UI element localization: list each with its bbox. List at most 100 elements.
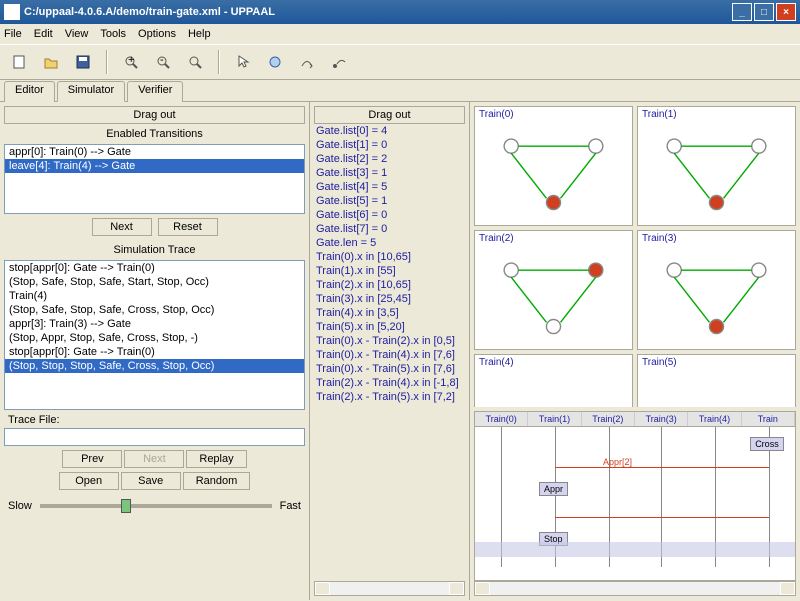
next2-button[interactable]: Next — [124, 450, 184, 468]
next-button[interactable]: Next — [92, 218, 152, 236]
nail-icon[interactable] — [326, 49, 352, 75]
transitions-list[interactable]: appr[0]: Train(0) --> Gate leave[4]: Tra… — [4, 144, 305, 214]
menu-edit[interactable]: Edit — [34, 28, 53, 40]
automaton-view[interactable]: Train(2) — [474, 230, 633, 350]
select-icon[interactable] — [230, 49, 256, 75]
trace-file-label: Trace File: — [4, 410, 305, 428]
trace-item[interactable]: Train(4) — [5, 289, 304, 303]
maximize-button[interactable]: □ — [754, 3, 774, 21]
variables-panel: Drag out Gate.list[0] = 4 Gate.list[1] =… — [310, 102, 470, 600]
var-item: Train(2).x - Train(5).x in [7,2] — [314, 390, 465, 404]
var-item: Train(3).x in [25,45] — [314, 292, 465, 306]
trace-item[interactable]: stop[appr[0]: Gate --> Train(0) — [5, 345, 304, 359]
var-item: Gate.list[3] = 1 — [314, 166, 465, 180]
var-item: Gate.list[5] = 1 — [314, 194, 465, 208]
tab-editor[interactable]: Editor — [4, 81, 55, 102]
save-icon[interactable] — [70, 49, 96, 75]
menu-help[interactable]: Help — [188, 28, 211, 40]
enabled-transitions-title: Enabled Transitions — [4, 124, 305, 144]
zoom-in-icon[interactable]: + — [118, 49, 144, 75]
speed-slider[interactable] — [40, 504, 272, 508]
location-icon[interactable] — [262, 49, 288, 75]
automaton-view[interactable]: Train(4) — [474, 354, 633, 407]
var-item: Train(1).x in [55] — [314, 264, 465, 278]
msc-arrow — [555, 467, 769, 468]
msc-label: Appr[2] — [603, 457, 632, 467]
var-item: Gate.list[0] = 4 — [314, 124, 465, 138]
drag-out-right[interactable]: Drag out — [314, 106, 465, 124]
trace-list[interactable]: stop[appr[0]: Gate --> Train(0) (Stop, S… — [4, 260, 305, 410]
msc-body: Cross Appr[2] Appr Stop — [475, 427, 795, 567]
trace-item[interactable]: (Stop, Safe, Stop, Safe, Cross, Stop, Oc… — [5, 303, 304, 317]
menu-options[interactable]: Options — [138, 28, 176, 40]
prev-button[interactable]: Prev — [62, 450, 122, 468]
var-item: Train(2).x in [10,65] — [314, 278, 465, 292]
automaton-view[interactable]: Train(1) — [637, 106, 796, 226]
var-item: Train(2).x - Train(4).x in [-1,8] — [314, 376, 465, 390]
msc-arrow — [555, 517, 769, 518]
drag-out-left[interactable]: Drag out — [4, 106, 305, 124]
trace-file-input[interactable] — [4, 428, 305, 446]
msc-column: Train(2) — [582, 412, 635, 426]
variables-scrollbar[interactable] — [314, 581, 465, 596]
msc-state-appr: Appr — [539, 482, 568, 496]
msc-column: Train(3) — [635, 412, 688, 426]
reset-button[interactable]: Reset — [158, 218, 218, 236]
trace-item[interactable]: stop[appr[0]: Gate --> Train(0) — [5, 261, 304, 275]
menubar: File Edit View Tools Options Help — [0, 24, 800, 44]
var-item: Gate.list[4] = 5 — [314, 180, 465, 194]
msc-panel[interactable]: Train(0) Train(1) Train(2) Train(3) Trai… — [474, 411, 796, 581]
msc-highlight — [475, 542, 795, 557]
var-item: Train(5).x in [5,20] — [314, 320, 465, 334]
transition-item[interactable]: appr[0]: Train(0) --> Gate — [5, 145, 304, 159]
automaton-view[interactable]: Train(0) — [474, 106, 633, 226]
automaton-view[interactable]: Train(5) — [637, 354, 796, 407]
trace-item[interactable]: appr[3]: Train(3) --> Gate — [5, 317, 304, 331]
trace-item[interactable]: (Stop, Appr, Stop, Safe, Cross, Stop, -) — [5, 331, 304, 345]
msc-column: Train(4) — [688, 412, 741, 426]
minimize-button[interactable]: _ — [732, 3, 752, 21]
simulation-trace-title: Simulation Trace — [4, 240, 305, 260]
var-item: Train(4).x in [3,5] — [314, 306, 465, 320]
save-button[interactable]: Save — [121, 472, 181, 490]
automata-grid[interactable]: Train(0) Train(1) Train(2) Train(3) Trai… — [474, 106, 796, 407]
menu-file[interactable]: File — [4, 28, 22, 40]
var-item: Gate.list[7] = 0 — [314, 222, 465, 236]
tab-verifier[interactable]: Verifier — [127, 81, 183, 102]
window-title: C:/uppaal-4.0.6.A/demo/train-gate.xml - … — [24, 6, 732, 18]
msc-column: Train — [742, 412, 795, 426]
tab-bar: Editor Simulator Verifier — [0, 80, 800, 102]
zoom-fit-icon[interactable] — [182, 49, 208, 75]
menu-view[interactable]: View — [65, 28, 89, 40]
var-item: Gate.len = 5 — [314, 236, 465, 250]
zoom-out-icon[interactable]: - — [150, 49, 176, 75]
var-item: Gate.list[6] = 0 — [314, 208, 465, 222]
trace-item[interactable]: (Stop, Safe, Stop, Safe, Start, Stop, Oc… — [5, 275, 304, 289]
automaton-title: Train(4) — [479, 357, 514, 368]
random-button[interactable]: Random — [183, 472, 251, 490]
tab-simulator[interactable]: Simulator — [57, 81, 125, 102]
svg-text:+: + — [128, 54, 134, 66]
var-item: Gate.list[2] = 2 — [314, 152, 465, 166]
msc-header: Train(0) Train(1) Train(2) Train(3) Trai… — [475, 412, 795, 427]
replay-button[interactable]: Replay — [186, 450, 246, 468]
msc-scrollbar[interactable] — [474, 581, 796, 596]
new-icon[interactable] — [6, 49, 32, 75]
open-button[interactable]: Open — [59, 472, 119, 490]
variables-list[interactable]: Gate.list[0] = 4 Gate.list[1] = 0 Gate.l… — [314, 124, 465, 581]
transition-item[interactable]: leave[4]: Train(4) --> Gate — [5, 159, 304, 173]
open-icon[interactable] — [38, 49, 64, 75]
fast-label: Fast — [280, 500, 301, 512]
automaton-view[interactable]: Train(3) — [637, 230, 796, 350]
menu-tools[interactable]: Tools — [100, 28, 126, 40]
msc-column: Train(1) — [528, 412, 581, 426]
close-button[interactable]: × — [776, 3, 796, 21]
var-item: Gate.list[1] = 0 — [314, 138, 465, 152]
var-item: Train(0).x in [10,65] — [314, 250, 465, 264]
trace-item[interactable]: (Stop, Stop, Stop, Safe, Cross, Stop, Oc… — [5, 359, 304, 373]
var-item: Train(0).x - Train(2).x in [0,5] — [314, 334, 465, 348]
edge-icon[interactable] — [294, 49, 320, 75]
var-item: Train(0).x - Train(4).x in [7,6] — [314, 348, 465, 362]
msc-column: Train(0) — [475, 412, 528, 426]
msc-state-cross: Cross — [750, 437, 784, 451]
